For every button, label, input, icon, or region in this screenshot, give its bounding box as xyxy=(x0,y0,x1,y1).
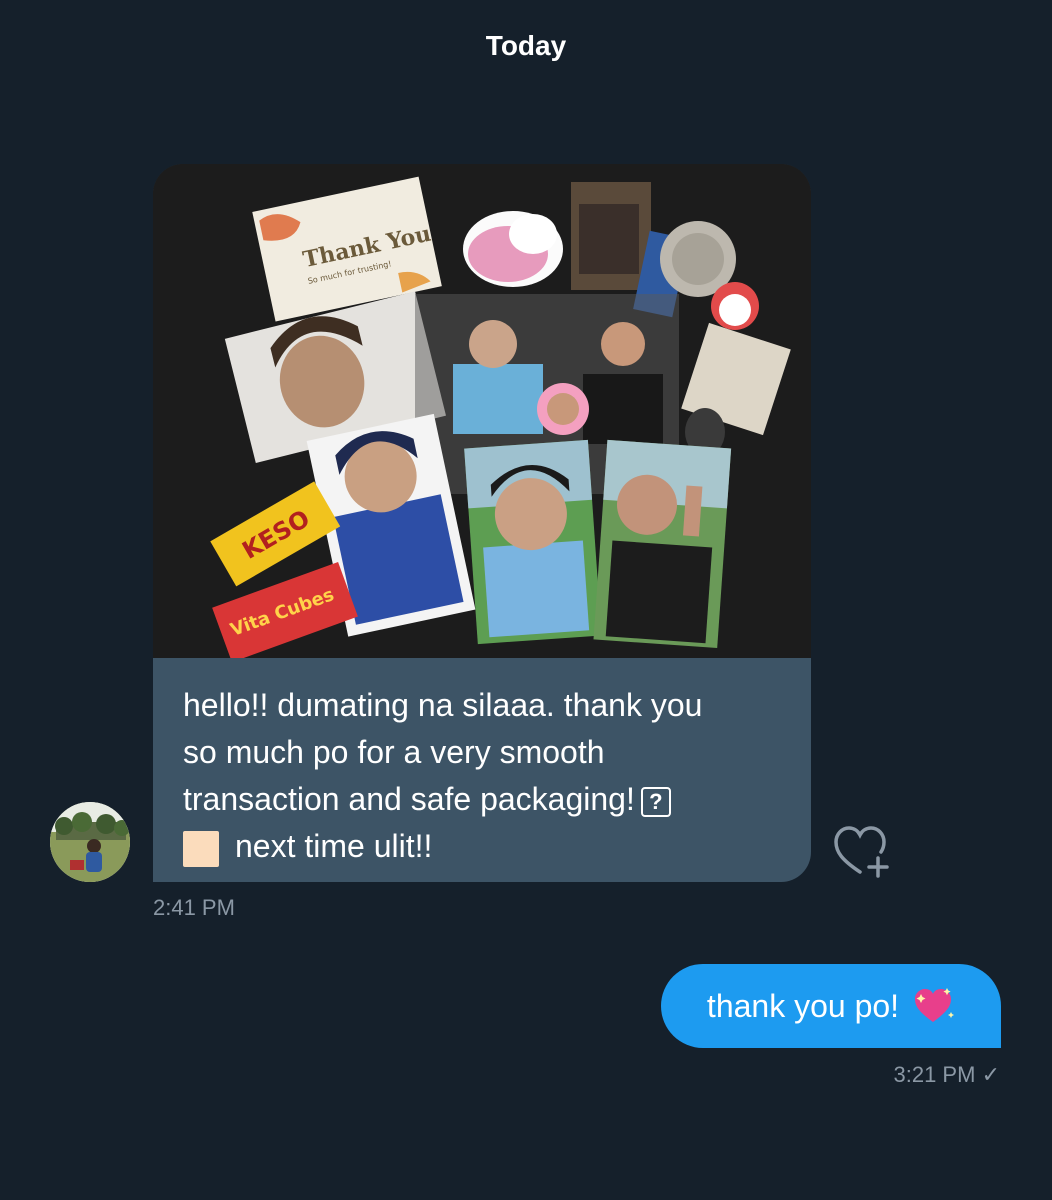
message-line-text: next time ulit!! xyxy=(235,828,433,864)
message-line: next time ulit!! xyxy=(183,823,783,870)
incoming-timestamp: 2:41 PM xyxy=(153,895,235,920)
outgoing-message[interactable]: thank you po! xyxy=(661,964,1001,1048)
message-line: so much po for a very smooth xyxy=(183,734,605,770)
message-line: hello!! dumating na silaaa. thank you xyxy=(183,687,703,723)
attached-photo[interactable]: Thank You So much for trusting! KESO Vit… xyxy=(153,164,811,658)
message-line: transaction and safe packaging!? xyxy=(183,776,783,823)
sparkling-heart-icon xyxy=(911,986,955,1026)
incoming-message-text: hello!! dumating na silaaa. thank you so… xyxy=(183,682,783,870)
date-divider: Today xyxy=(485,30,567,61)
unsupported-emoji-icon: ? xyxy=(640,786,671,817)
sent-check-icon: ✓ xyxy=(981,1062,1000,1087)
add-reaction-heart-icon[interactable] xyxy=(832,824,892,880)
outgoing-timestamp-text: 3:21 PM xyxy=(893,1062,976,1087)
skin-tone-emoji-icon xyxy=(183,830,219,867)
incoming-message[interactable]: Thank You So much for trusting! KESO Vit… xyxy=(153,164,811,882)
outgoing-message-text: thank you po! xyxy=(706,987,900,1024)
avatar-image xyxy=(50,802,130,882)
avatar[interactable] xyxy=(50,802,130,882)
outgoing-timestamp: 3:21 PM ✓ xyxy=(894,1062,1001,1088)
message-line-text: transaction and safe packaging! xyxy=(183,781,635,817)
